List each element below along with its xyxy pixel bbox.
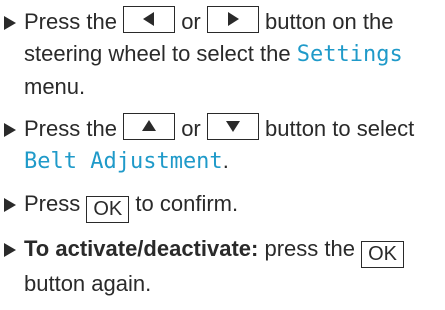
step-1-text-press-the: Press the — [24, 9, 117, 34]
step-2-text-or: or — [181, 116, 201, 141]
step-activate-deactivate: To activate/deactivate: press the OK but… — [4, 233, 442, 300]
step-2-text-press-the: Press the — [24, 116, 117, 141]
right-arrow-key-icon — [206, 6, 259, 33]
triangle-bullet-icon — [4, 243, 16, 257]
down-arrow-key-icon — [206, 113, 259, 140]
left-arrow-key-icon — [123, 6, 176, 33]
display-menu-settings: Settings — [296, 42, 403, 67]
display-menu-belt-adjustment: Belt Adjustment — [24, 149, 223, 174]
step-1-text-steering-wheel: steering wheel to select the — [24, 41, 291, 66]
step-1-text-or: or — [181, 9, 201, 34]
step-3-line-1: Press OK to confirm. — [24, 188, 442, 223]
step-2-text-button-to-select: button to select — [265, 116, 415, 141]
step-2-line-2: Belt Adjustment. — [24, 145, 442, 178]
step-2-period: . — [222, 148, 229, 173]
instruction-steps: Press the or button on the steering whee… — [4, 6, 442, 310]
step-4-line-2: button again. — [24, 271, 152, 296]
step-1-text-button-on-the: button on the — [265, 9, 394, 34]
triangle-bullet-icon — [4, 16, 16, 30]
triangle-bullet-icon — [4, 123, 16, 137]
step-4-line-1: To activate/deactivate: press the OK — [24, 233, 442, 268]
step-select-belt-adjustment: Press the or button to select Belt Adjus… — [4, 113, 442, 178]
ok-key-icon: OK — [361, 241, 405, 268]
step-3-text-to-confirm: to confirm. — [135, 191, 239, 216]
step-1-line-1: Press the or button on the — [24, 6, 442, 38]
step-select-settings-menu: Press the or button on the steering whee… — [4, 6, 442, 103]
step-3-text-press: Press — [24, 191, 81, 216]
up-arrow-key-icon — [123, 113, 176, 140]
triangle-bullet-icon — [4, 198, 16, 212]
step-confirm: Press OK to confirm. — [4, 188, 442, 223]
step-1-line-2: steering wheel to select the Settings — [24, 38, 442, 71]
step-4-heading: To activate/deactivate: — [24, 236, 259, 261]
step-1-line-3: menu. — [24, 74, 86, 99]
step-4-text-press-the: press the — [264, 236, 355, 261]
step-2-line-1: Press the or button to select — [24, 113, 442, 145]
ok-key-icon: OK — [86, 196, 130, 223]
